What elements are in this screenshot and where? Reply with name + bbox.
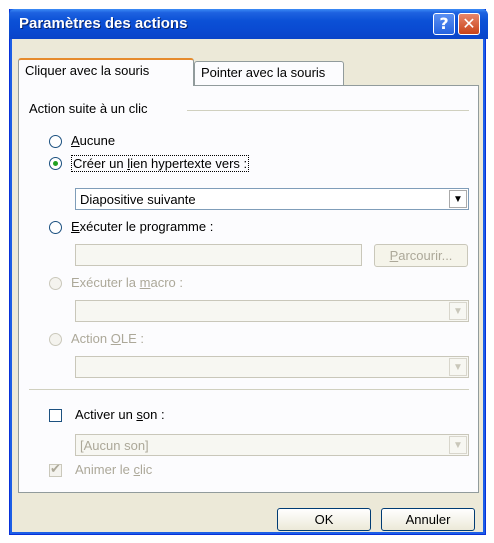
browse-button[interactable]: Parcourir... — [374, 244, 468, 267]
sound-value: [Aucun son] — [80, 438, 149, 453]
ole-select[interactable]: ▼ — [75, 356, 469, 378]
radio-run-program[interactable] — [49, 221, 62, 234]
animate-click-label[interactable]: Animer le clic — [75, 462, 152, 477]
radio-run-macro[interactable] — [49, 277, 62, 290]
radio-hyperlink[interactable] — [49, 157, 62, 170]
tab-panel: Action suite à un clic Aucune Créer un l… — [18, 85, 479, 493]
chevron-down-icon[interactable]: ▼ — [449, 436, 467, 454]
close-button[interactable]: ✕ — [458, 13, 480, 35]
animate-click-checkbox[interactable]: ✔ — [49, 461, 62, 477]
hyperlink-target-value: Diapositive suivante — [80, 192, 196, 207]
group-divider — [187, 110, 469, 111]
radio-none[interactable] — [49, 135, 62, 148]
program-path-input[interactable] — [75, 244, 362, 266]
radio-hyperlink-label[interactable]: Créer un lien hypertexte vers : — [71, 155, 250, 172]
macro-select[interactable]: ▼ — [75, 300, 469, 322]
activate-sound-label[interactable]: Activer un son : — [75, 407, 165, 422]
window-title: Paramètres des actions — [19, 15, 188, 32]
help-icon: ? — [439, 14, 449, 33]
help-button[interactable]: ? — [433, 13, 455, 35]
chevron-down-icon[interactable]: ▼ — [449, 358, 467, 376]
chevron-down-icon[interactable]: ▼ — [449, 302, 467, 320]
hyperlink-target-select[interactable]: Diapositive suivante ▼ — [75, 188, 469, 210]
radio-ole-action[interactable] — [49, 333, 62, 346]
cancel-button[interactable]: Annuler — [381, 508, 475, 531]
radio-none-label[interactable]: Aucune — [71, 133, 115, 148]
title-bar[interactable]: Paramètres des actions ? ✕ — [9, 9, 488, 39]
radio-run-program-label[interactable]: Exécuter le programme : — [71, 219, 213, 234]
tab-click-mouse-label: Cliquer avec la souris — [25, 63, 150, 78]
activate-sound-checkbox[interactable] — [49, 409, 62, 422]
tab-click-mouse[interactable]: Cliquer avec la souris — [18, 58, 194, 86]
radio-ole-action-label[interactable]: Action OLE : — [71, 331, 144, 346]
group-label: Action suite à un clic — [29, 101, 148, 116]
section-divider — [29, 389, 469, 390]
checkmark-icon: ✔ — [50, 461, 61, 476]
action-settings-dialog: Paramètres des actions ? ✕ Cliquer avec … — [9, 9, 488, 535]
ok-button[interactable]: OK — [277, 508, 371, 531]
tab-hover-mouse-label: Pointer avec la souris — [201, 65, 326, 80]
radio-run-macro-label[interactable]: Exécuter la macro : — [71, 275, 183, 290]
sound-select[interactable]: [Aucun son] ▼ — [75, 434, 469, 456]
chevron-down-icon[interactable]: ▼ — [449, 190, 467, 208]
tab-hover-mouse[interactable]: Pointer avec la souris — [194, 61, 344, 85]
close-icon: ✕ — [462, 14, 476, 33]
